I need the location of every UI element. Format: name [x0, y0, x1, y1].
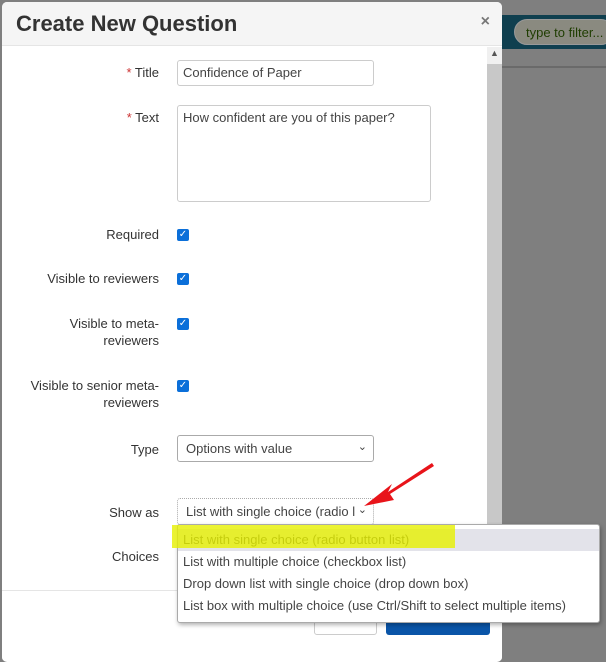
- visible-senior-checkbox[interactable]: ✓: [177, 380, 189, 392]
- dropdown-option[interactable]: List box with multiple choice (use Ctrl/…: [178, 595, 599, 617]
- type-select[interactable]: Options with value ⌄: [177, 435, 374, 462]
- scroll-up-icon[interactable]: ▲: [490, 48, 499, 58]
- text-label: * Text: [126, 110, 159, 125]
- type-value: Options with value: [186, 441, 293, 456]
- choices-label: Choices: [112, 549, 159, 564]
- visible-reviewers-checkbox[interactable]: ✓: [177, 273, 189, 285]
- red-arrow-annotation: [364, 463, 434, 506]
- background-divider: [490, 66, 606, 68]
- visible-senior-label: Visible to senior meta-reviewers: [30, 378, 159, 410]
- chevron-down-icon: ⌄: [357, 441, 367, 453]
- modal-title: Create New Question: [16, 11, 238, 36]
- dropdown-option[interactable]: Drop down list with single choice (drop …: [178, 573, 599, 595]
- show-as-dropdown: List with single choice (radio button li…: [177, 524, 600, 623]
- dropdown-option[interactable]: List with single choice (radio button li…: [178, 529, 599, 551]
- required-label: Required: [106, 227, 159, 242]
- required-checkbox[interactable]: ✓: [177, 229, 189, 241]
- dropdown-option[interactable]: List with multiple choice (checkbox list…: [178, 551, 599, 573]
- show-as-select[interactable]: List with single choice (radio l ⌄: [177, 498, 374, 525]
- text-textarea[interactable]: How confident are you of this paper?: [177, 105, 431, 202]
- close-icon[interactable]: ×: [481, 13, 490, 31]
- visible-meta-label: Visible to meta-reviewers: [69, 316, 159, 348]
- type-label: Type: [130, 442, 159, 457]
- scrollbar-thumb[interactable]: [487, 64, 502, 592]
- modal-header: Create New Question ×: [2, 2, 502, 46]
- visible-meta-checkbox[interactable]: ✓: [177, 318, 189, 330]
- title-input[interactable]: Confidence of Paper: [177, 60, 374, 86]
- visible-reviewers-label: Visible to reviewers: [47, 271, 159, 286]
- show-as-value: List with single choice (radio l: [186, 504, 356, 519]
- filter-input[interactable]: type to filter...: [514, 19, 606, 45]
- show-as-label: Show as: [109, 505, 159, 520]
- title-label: * Title: [126, 65, 159, 80]
